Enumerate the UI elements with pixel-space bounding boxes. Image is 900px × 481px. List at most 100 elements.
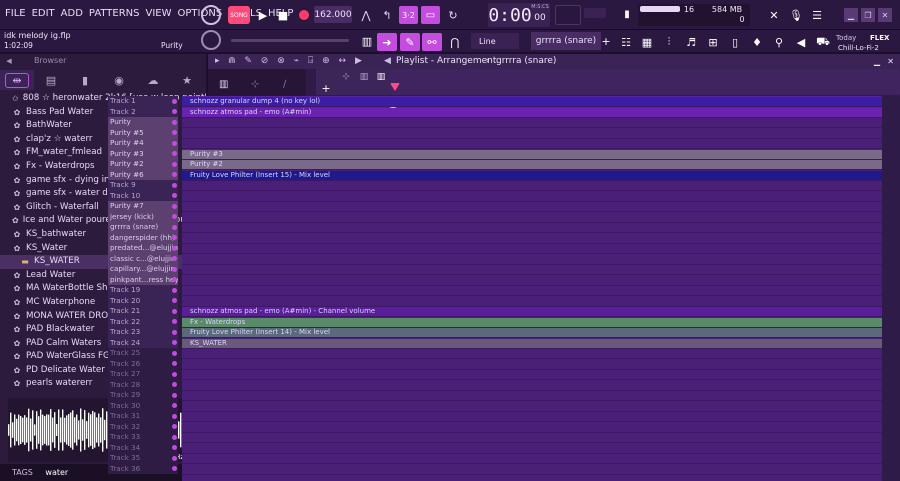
paint-tool-icon[interactable]: ✎ [400, 33, 420, 51]
track-mute-button[interactable] [167, 317, 181, 328]
track-mute-button[interactable] [167, 285, 181, 296]
chan-filter-icon[interactable]: ▥ [356, 71, 372, 83]
record-button[interactable] [295, 6, 313, 24]
piano-roll-icon[interactable]: ♬ [682, 33, 700, 51]
track-mute-button[interactable] [167, 233, 181, 244]
tab-plugins-icon[interactable]: ◉ [102, 70, 136, 90]
audio-tab-icon[interactable]: ⊹ [251, 79, 259, 90]
menu-item-add[interactable]: ADD [61, 8, 83, 19]
track-mute-button[interactable] [167, 201, 181, 212]
tab-project-icon[interactable]: ▤ [34, 70, 68, 90]
master-pitch-slider[interactable] [584, 8, 606, 18]
track-mute-button[interactable] [167, 222, 181, 233]
snap-select[interactable]: Line [471, 33, 519, 49]
playlist-clip[interactable]: KS_WATER [182, 338, 882, 348]
tab-samples-icon[interactable]: ▮ [68, 70, 102, 90]
track-mute-button[interactable] [167, 453, 181, 464]
tab-favorites-icon[interactable]: ★ [170, 70, 204, 90]
track-mute-button[interactable] [167, 254, 181, 265]
track-mute-button[interactable] [167, 464, 181, 475]
add-pattern-button[interactable]: + [600, 33, 612, 49]
speaker-toggle-icon[interactable]: ◀ [384, 54, 391, 69]
track-mute-button[interactable] [167, 296, 181, 307]
tab-all-icon[interactable]: ⇹ [0, 70, 34, 90]
position-slider[interactable] [231, 39, 349, 42]
wait-input-icon[interactable]: ↰ [378, 6, 396, 24]
stop-button[interactable]: ■ [274, 6, 292, 24]
track-mute-button[interactable] [167, 275, 181, 286]
automation-tab-icon[interactable]: ∕ [283, 79, 286, 90]
playlist-menu-icon[interactable]: ▸ [215, 54, 220, 69]
channel-rack-icon[interactable]: ▦ [638, 33, 656, 51]
playlist-clip[interactable]: schnozz atmos pad - emo (A#min) [182, 107, 882, 117]
arrangement-grid[interactable]: ✥ schnozz granular dump 4 (no key lol)sc… [182, 96, 882, 481]
play-button[interactable]: ▶ [254, 6, 272, 24]
track-mute-button[interactable] [167, 390, 181, 401]
news-panel[interactable]: Today FLEX Chill-Lo-Fi-2 [834, 4, 900, 52]
track-mute-button[interactable] [167, 243, 181, 254]
menu-item-patterns[interactable]: PATTERNS [89, 8, 140, 19]
track-mute-button[interactable] [167, 159, 181, 170]
track-mute-button[interactable] [167, 422, 181, 433]
playlist-clip[interactable]: Purity #2 [182, 160, 882, 169]
playlist-clip[interactable]: schnozz atmos pad - emo (A#min) - Channe… [182, 307, 882, 316]
menu-item-file[interactable]: FILE [5, 8, 26, 19]
track-mute-button[interactable] [167, 411, 181, 422]
playlist-clip[interactable]: Purity #3 [182, 149, 882, 159]
menu-item-edit[interactable]: EDIT [32, 8, 55, 19]
track-mute-button[interactable] [167, 359, 181, 370]
piano-icon[interactable]: ▥ [356, 33, 378, 49]
tempo-display[interactable]: 162.000 [314, 6, 352, 23]
main-volume-knob[interactable] [201, 30, 221, 50]
track-mute-button[interactable] [167, 443, 181, 454]
panic-icon[interactable]: ✕ [765, 6, 783, 24]
window-close-icon[interactable]: ✕ [887, 54, 894, 69]
pattern-tab-icon[interactable]: ▥ [219, 79, 228, 90]
track-mute-button[interactable] [167, 180, 181, 191]
track-mute-button[interactable] [167, 138, 181, 149]
track-mute-button[interactable] [167, 401, 181, 412]
track-mute-button[interactable] [167, 128, 181, 139]
note-filter-icon[interactable]: ⊹ [338, 71, 354, 83]
track-mute-button[interactable] [167, 327, 181, 338]
metronome-icon[interactable]: ⋀ [357, 6, 375, 24]
speaker-icon[interactable]: ◀ [792, 33, 810, 51]
link-tool-icon[interactable]: ⚯ [422, 33, 442, 51]
playlist-icon[interactable]: ☷ [617, 33, 635, 51]
cart-icon[interactable]: ⛟ [814, 33, 832, 51]
blend-notes-icon[interactable]: ▭ [421, 6, 440, 24]
track-mute-button[interactable] [167, 306, 181, 317]
menu-item-view[interactable]: VIEW [146, 8, 172, 19]
track-mute-button[interactable] [167, 96, 181, 107]
add-clip-icon[interactable]: + [321, 82, 331, 95]
pattern-select[interactable]: grrrra (snare) [531, 32, 601, 50]
song-mode-toggle[interactable]: SONG [228, 6, 250, 24]
draw-tool-icon[interactable]: ➜ [377, 33, 397, 51]
track-mute-button[interactable] [167, 212, 181, 223]
track-mute-button[interactable] [167, 369, 181, 380]
mic-icon[interactable]: 🎙 [787, 6, 805, 24]
search-input[interactable]: water [45, 468, 68, 477]
playlist-clip[interactable]: schnozz granular dump 4 (no key lol) [182, 97, 882, 106]
track-mute-button[interactable] [167, 149, 181, 160]
loop-record-icon[interactable]: ↻ [444, 6, 462, 24]
master-volume-knob[interactable] [201, 5, 221, 25]
playlist-clip[interactable]: Fruity Love Philter (Insert 15) - Mix le… [182, 170, 882, 180]
mixer-icon[interactable]: ⫶ [660, 33, 678, 51]
track-mute-button[interactable] [167, 380, 181, 391]
plugin-icon[interactable]: ♦ [748, 33, 766, 51]
track-mute-button[interactable] [167, 117, 181, 128]
countdown-icon[interactable]: 3·2 [399, 6, 418, 24]
timeline-ruler[interactable] [390, 69, 900, 95]
file-icon[interactable]: ▯ [726, 33, 744, 51]
sliders-icon[interactable]: ☰ [808, 6, 826, 24]
magnet-icon[interactable]: ⋂ [446, 33, 464, 51]
tab-cloud-icon[interactable]: ☁ [136, 70, 170, 90]
playlist-clip[interactable]: Fx - Waterdrops [182, 317, 882, 327]
track-mute-button[interactable] [167, 432, 181, 443]
track-mute-button[interactable] [167, 338, 181, 349]
pat-filter-icon[interactable]: ▥ [374, 71, 388, 83]
track-mute-button[interactable] [167, 107, 181, 118]
playhead-marker[interactable] [390, 83, 400, 91]
window-minimize-icon[interactable]: ▁ [874, 54, 880, 69]
